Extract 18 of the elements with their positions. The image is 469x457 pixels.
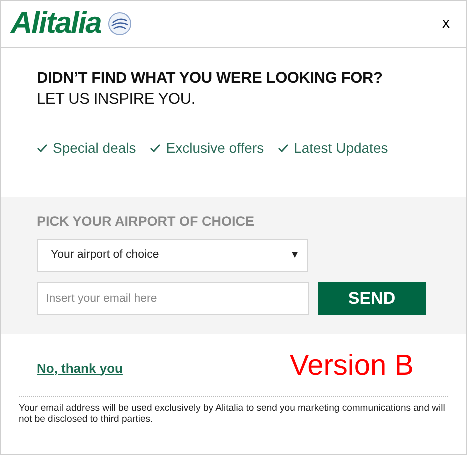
- no-thanks-link[interactable]: No, thank you: [37, 358, 123, 378]
- logo: Alitalia: [11, 9, 102, 39]
- close-button[interactable]: x: [442, 12, 450, 36]
- globe-logo-icon: [107, 11, 134, 37]
- benefit-label: Exclusive offers: [166, 139, 264, 158]
- form-title: PICK YOUR AIRPORT OF CHOICE: [37, 214, 256, 230]
- check-icon: [150, 144, 162, 153]
- airport-select[interactable]: Your airport of choice ▼: [37, 239, 308, 272]
- send-button[interactable]: SEND: [318, 282, 426, 315]
- disclaimer: Your email address will be used exclusively by Alitalia to send you marketing communications and will not be disclosed to third parties.: [19, 403, 446, 425]
- email-field[interactable]: Insert your email here: [37, 282, 309, 315]
- benefit-label: Latest Updates: [294, 139, 388, 158]
- version-annotation: Version B: [290, 352, 414, 381]
- benefit-label: Special deals: [53, 139, 136, 158]
- headline: DIDN’T FIND WHAT YOU WERE LOOKING FOR? LET US INSPIRE YOU.: [37, 69, 384, 110]
- check-icon: [37, 144, 48, 153]
- check-icon: [278, 144, 290, 153]
- dropdown-arrow-icon: ▼: [290, 248, 300, 263]
